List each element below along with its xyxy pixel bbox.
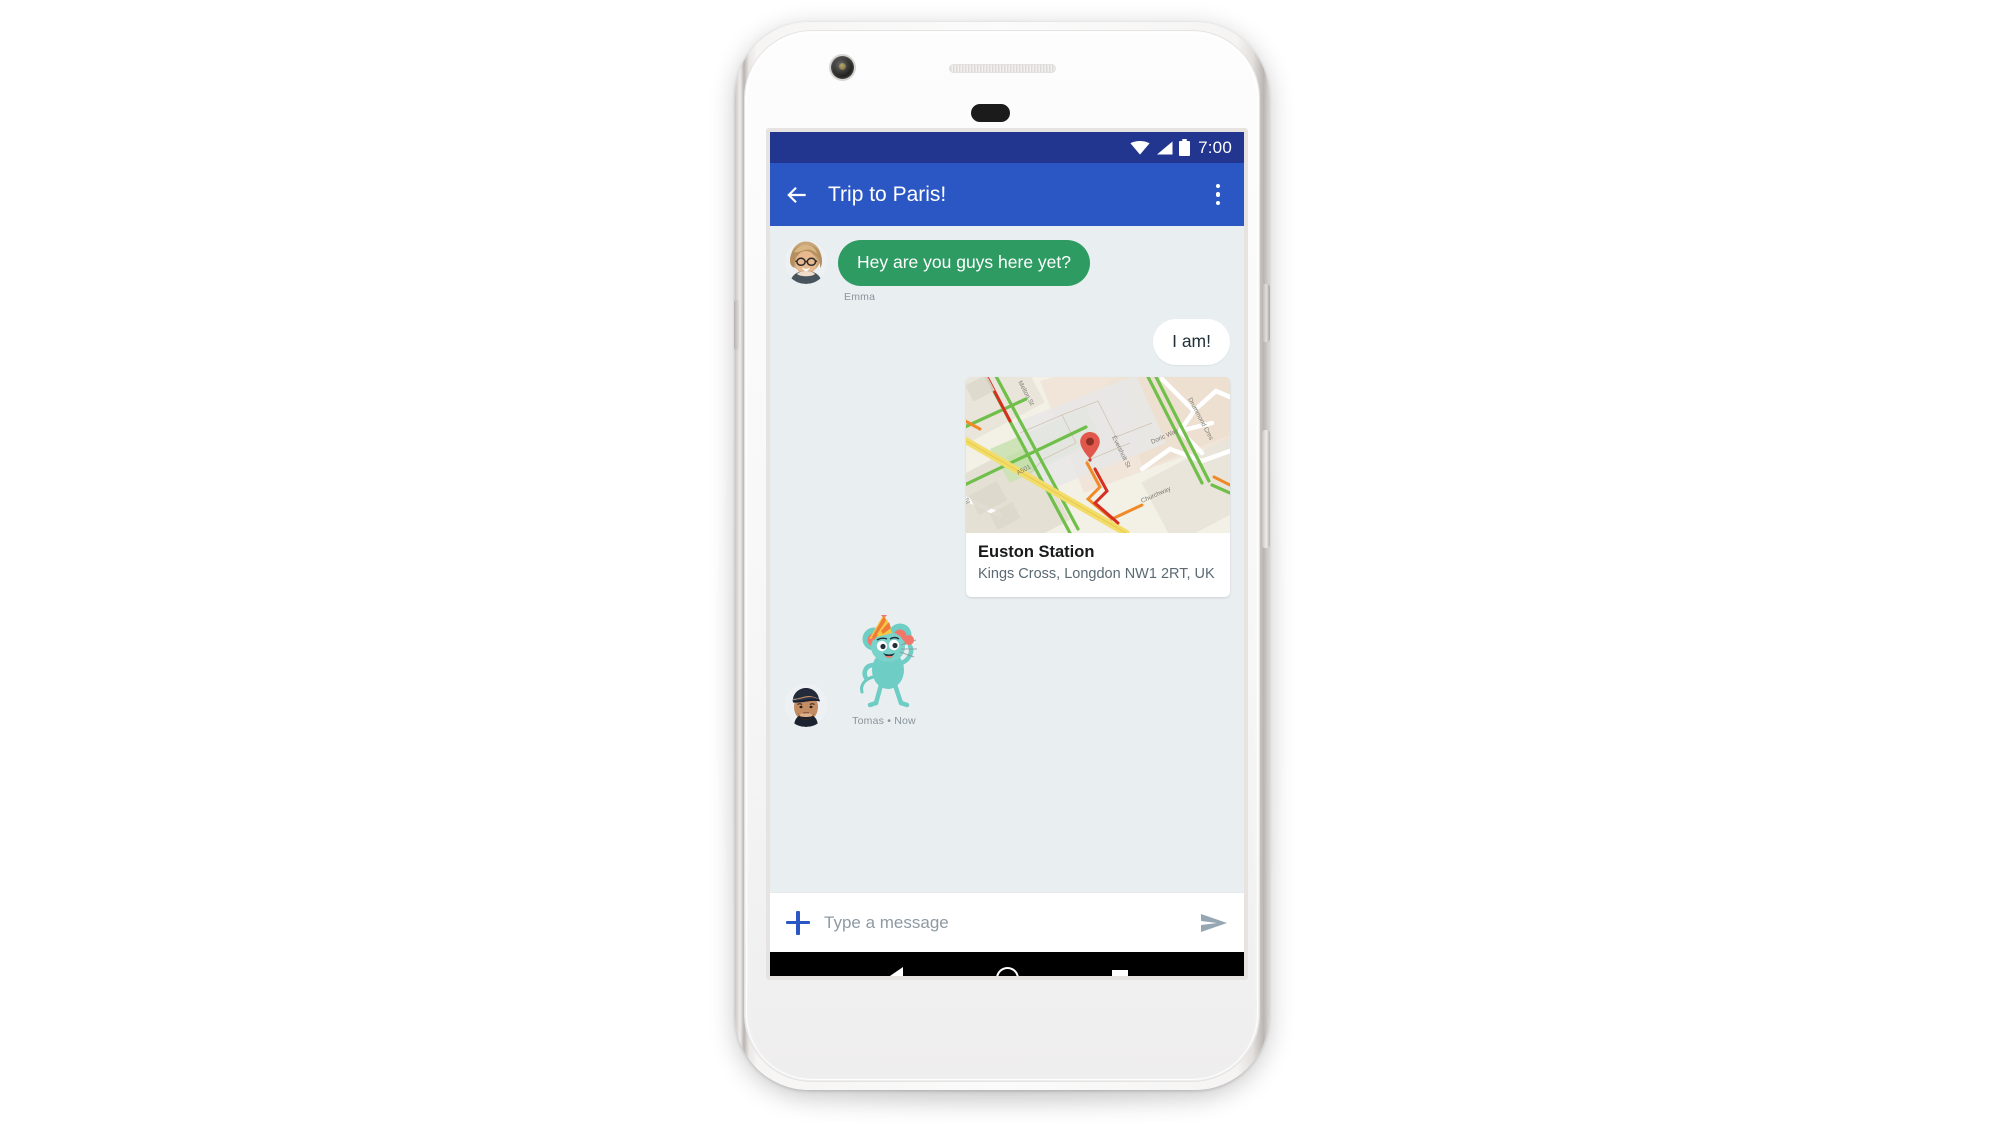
message-input[interactable] (824, 912, 1186, 933)
arrow-back-icon[interactable] (784, 182, 810, 208)
map-thumbnail[interactable]: A501 Melton St Eversholt St Doric Way Dr… (966, 376, 1230, 533)
sticker-meta-label: Tomas • Now (852, 714, 916, 727)
phone-screen: 7:00 Trip to Paris! Hey are you guys her… (770, 132, 1244, 976)
tomas-avatar (784, 682, 828, 727)
message-row-sticker: Tomas • Now (784, 610, 1230, 727)
message-row-incoming-text: Hey are you guys here yet? Emma (784, 240, 1230, 303)
nav-recents-icon[interactable] (1111, 970, 1128, 976)
cell-signal-icon (1156, 141, 1173, 155)
screenshot-canvas: 7:00 Trip to Paris! Hey are you guys her… (0, 0, 2000, 1124)
plus-icon[interactable] (786, 910, 810, 935)
message-row-outgoing-text: I am! (784, 318, 1230, 365)
send-icon[interactable] (1200, 911, 1228, 935)
proximity-sensor-icon (971, 104, 1010, 122)
message-row-location-card: A501 Melton St Eversholt St Doric Way Dr… (784, 376, 1230, 597)
location-address: Kings Cross, Longdon NW1 2RT, UK (978, 566, 1215, 583)
location-card[interactable]: A501 Melton St Eversholt St Doric Way Dr… (966, 376, 1230, 597)
conversation-thread[interactable]: Hey are you guys here yet? Emma I am! A5… (770, 226, 1244, 892)
message-sender-label: Emma (844, 290, 876, 303)
page-title: Trip to Paris! (828, 182, 947, 206)
message-bubble-incoming[interactable]: Hey are you guys here yet? (838, 240, 1091, 286)
battery-icon (1179, 139, 1191, 156)
left-bezel-seam (734, 300, 739, 350)
power-button[interactable] (1262, 284, 1270, 342)
volume-rocker[interactable] (1262, 430, 1270, 548)
nav-back-icon[interactable] (886, 967, 903, 976)
location-name: Euston Station (978, 542, 1095, 561)
sticker-group: Tomas • Now (838, 610, 930, 727)
nav-home-icon[interactable] (995, 966, 1019, 976)
more-vert-icon[interactable] (1206, 182, 1230, 208)
wifi-icon (1130, 140, 1150, 155)
app-bar: Trip to Paris! (770, 163, 1244, 226)
earpiece-speaker-icon (949, 64, 1056, 73)
emma-avatar (784, 240, 828, 284)
status-bar: 7:00 (770, 132, 1244, 163)
status-bar-clock: 7:00 (1198, 137, 1232, 157)
incoming-bubble-group: Hey are you guys here yet? Emma (838, 240, 1091, 303)
message-bubble-outgoing[interactable]: I am! (1153, 318, 1230, 365)
party-mouse-sticker[interactable] (843, 610, 925, 711)
front-camera-icon (831, 56, 854, 79)
message-composer (770, 892, 1244, 952)
android-nav-bar (770, 952, 1244, 976)
location-card-info: Euston Station Kings Cross, Longdon NW1 … (966, 533, 1230, 597)
